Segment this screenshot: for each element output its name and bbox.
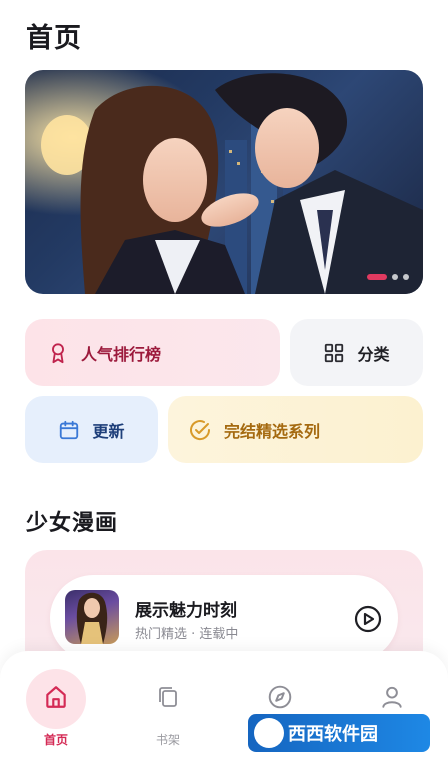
comic-title: 展示魅力时刻	[135, 601, 237, 621]
watermark-logo: 西西软件园	[248, 714, 430, 752]
nav-label-home: 首页	[43, 733, 68, 747]
nav-item-bookshelf[interactable]: 书架	[128, 669, 208, 748]
comic-subtitle: 热门精选 · 连载中	[135, 627, 239, 642]
award-icon	[47, 342, 69, 364]
carousel-dot-active[interactable]	[367, 274, 387, 280]
play-circle-icon[interactable]	[354, 605, 382, 637]
section-title: 少女漫画	[26, 511, 119, 536]
banner-carousel[interactable]	[25, 70, 423, 294]
category-label: 分类	[357, 344, 390, 364]
carousel-dot[interactable]	[403, 274, 409, 280]
carousel-dot[interactable]	[392, 274, 398, 280]
ranking-label: 人气排行榜	[81, 344, 162, 364]
nav-label-bookshelf: 书架	[155, 733, 180, 747]
finished-series-button[interactable]: 完结精选系列	[168, 396, 423, 463]
banner-illustration	[25, 70, 423, 294]
comic-cover-image	[65, 590, 119, 644]
grid-icon	[323, 342, 345, 364]
user-icon	[379, 684, 405, 714]
watermark-text: 西西软件园	[288, 724, 378, 745]
home-icon	[43, 684, 69, 714]
update-label: 更新	[92, 421, 125, 441]
finished-series-label: 完结精选系列	[224, 421, 321, 441]
compass-icon	[267, 684, 293, 714]
calendar-icon	[58, 419, 80, 441]
check-circle-icon	[188, 418, 212, 442]
watermark-icon	[254, 718, 284, 748]
featured-comic-card[interactable]: 展示魅力时刻 热门精选 · 连载中	[50, 575, 398, 661]
ranking-button[interactable]: 人气排行榜	[25, 319, 280, 386]
carousel-indicator[interactable]	[367, 274, 409, 280]
nav-item-home[interactable]: 首页	[16, 669, 96, 748]
update-button[interactable]: 更新	[25, 396, 158, 463]
page-title: 首页	[26, 23, 82, 54]
bookshelf-icon	[156, 685, 180, 713]
category-button[interactable]: 分类	[290, 319, 423, 386]
